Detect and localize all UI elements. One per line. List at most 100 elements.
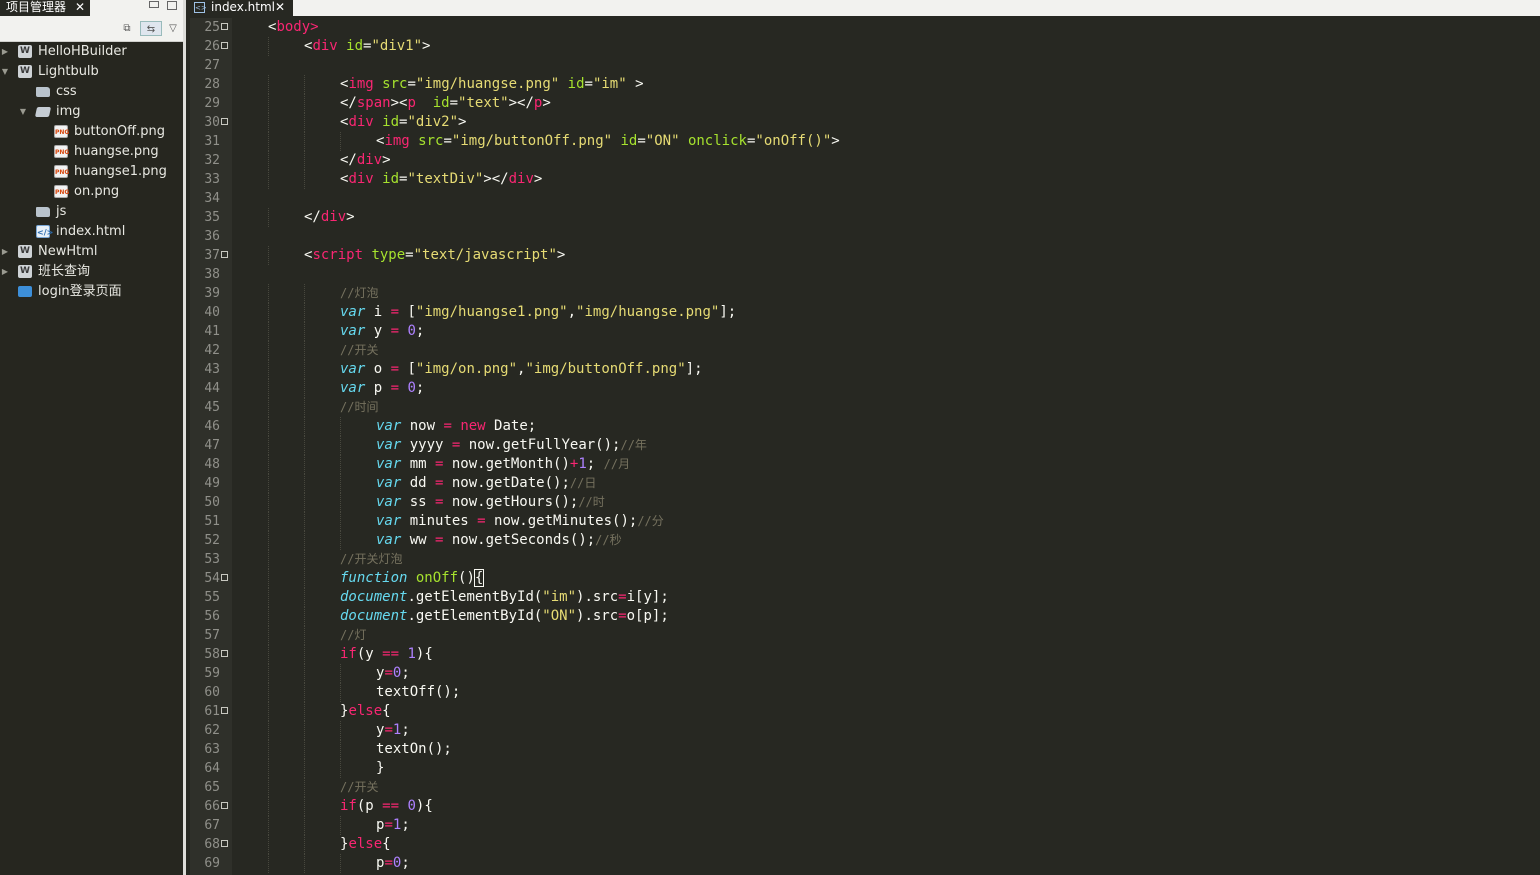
collapse-all-icon[interactable]: ⧉	[119, 21, 135, 36]
tree-item[interactable]: ▼ W Lightbulb	[0, 62, 183, 82]
code-line[interactable]: </div>	[340, 151, 391, 170]
code-token: //开关灯泡	[340, 552, 403, 566]
tree-item[interactable]: </> index.html	[0, 222, 183, 242]
code-line[interactable]: <img src="img/buttonOff.png" id="ON" onc…	[376, 132, 840, 151]
tree-item[interactable]: PNG huangse.png	[0, 142, 183, 162]
indent-guide	[304, 284, 305, 303]
code-line[interactable]: <body>	[268, 18, 319, 37]
link-with-editor-icon[interactable]: ⇆	[140, 21, 162, 36]
fold-toggle-icon[interactable]	[221, 650, 228, 657]
code-line[interactable]: var i = ["img/huangse1.png","img/huangse…	[340, 303, 736, 322]
code-line[interactable]: var now = new Date;	[376, 417, 536, 436]
close-icon[interactable]: ✕	[275, 0, 285, 14]
fold-toggle-icon[interactable]	[221, 802, 228, 809]
tree-item[interactable]: ▶ W HelloHBuilder	[0, 42, 183, 62]
code-line[interactable]: p=1;	[376, 816, 410, 835]
code-line[interactable]: function onOff(){	[340, 569, 485, 588]
tree-item[interactable]: PNG buttonOff.png	[0, 122, 183, 142]
tree-item[interactable]: ▶ W 班长查询	[0, 262, 183, 282]
code-line[interactable]: <div id="div1">	[304, 37, 430, 56]
code-token: now	[401, 418, 444, 434]
code-line[interactable]: var o = ["img/on.png","img/buttonOff.png…	[340, 360, 703, 379]
code-token: ></	[508, 95, 534, 111]
tab-project-manager[interactable]: 项目管理器 ✕	[0, 0, 90, 16]
indent-guide	[304, 683, 305, 702]
expanded-arrow-icon[interactable]: ▼	[0, 62, 10, 82]
code-line[interactable]: textOff();	[376, 683, 460, 702]
code-line[interactable]: //时间	[340, 398, 378, 417]
code-token: =	[443, 133, 452, 149]
code-line[interactable]: var mm = now.getMonth()+1; //月	[376, 455, 630, 474]
code-line[interactable]: //灯泡	[340, 284, 378, 303]
code-line[interactable]: if(p == 0){	[340, 797, 433, 816]
code-line[interactable]: document.getElementById("ON").src=o[p];	[340, 607, 669, 626]
indent-guide	[304, 512, 305, 531]
view-menu-icon[interactable]: ▽	[165, 21, 181, 36]
code-line[interactable]: <div id="div2">	[340, 113, 466, 132]
code-line[interactable]: var ww = now.getSeconds();//秒	[376, 531, 622, 550]
code-line[interactable]: <img src="img/huangse.png" id="im" >	[340, 75, 644, 94]
code-token: =	[384, 855, 393, 871]
collapsed-arrow-icon[interactable]: ▶	[0, 262, 10, 282]
collapsed-arrow-icon[interactable]: ▶	[0, 242, 10, 262]
indent-guide	[268, 113, 269, 132]
code-line[interactable]: document.getElementById("im").src=i[y];	[340, 588, 669, 607]
maximize-icon[interactable]	[167, 1, 177, 10]
code-token: now.getHours();	[443, 494, 579, 510]
code-token: "img/buttonOff.png"	[525, 361, 686, 377]
code-line[interactable]: <script type="text/javascript">	[304, 246, 565, 265]
code-line[interactable]: </div>	[304, 208, 355, 227]
code-line[interactable]: y=1;	[376, 721, 410, 740]
code-line[interactable]: var yyyy = now.getFullYear();//年	[376, 436, 647, 455]
code-line[interactable]: }else{	[340, 702, 391, 721]
code-line[interactable]: y=0;	[376, 664, 410, 683]
code-editor[interactable]: <body> <div id="div1"> <img src="img/huang…	[232, 18, 1540, 875]
code-line[interactable]: }	[376, 759, 384, 778]
tree-item[interactable]: css	[0, 82, 183, 102]
tree-item[interactable]: login登录页面	[0, 282, 183, 302]
line-number: 61	[204, 704, 220, 719]
fold-toggle-icon[interactable]	[221, 707, 228, 714]
code-line[interactable]: p=0;	[376, 854, 410, 873]
code-line[interactable]: </span><p id="text"></p>	[340, 94, 551, 113]
code-line[interactable]: //开关	[340, 341, 378, 360]
code-line[interactable]: //灯	[340, 626, 366, 645]
fold-toggle-icon[interactable]	[221, 251, 228, 258]
tree-item[interactable]: ▶ W NewHtml	[0, 242, 183, 262]
code-line[interactable]: textOn();	[376, 740, 452, 759]
line-number: 44	[204, 381, 220, 396]
collapsed-arrow-icon[interactable]: ▶	[0, 42, 10, 62]
code-token: var	[376, 475, 402, 491]
expanded-arrow-icon[interactable]: ▼	[18, 102, 28, 122]
code-line[interactable]: var dd = now.getDate();//日	[376, 474, 596, 493]
line-number: 59	[204, 666, 220, 681]
fold-toggle-icon[interactable]	[221, 42, 228, 49]
tree-item[interactable]: js	[0, 202, 183, 222]
tree-item[interactable]: PNG huangse1.png	[0, 162, 183, 182]
tree-item[interactable]: PNG on.png	[0, 182, 183, 202]
line-number: 49	[204, 476, 220, 491]
code-line[interactable]: }else{	[340, 835, 391, 854]
tab-index-html[interactable]: <> index.html ✕	[190, 0, 293, 16]
code-line[interactable]: //开关灯泡	[340, 550, 402, 569]
fold-toggle-icon[interactable]	[221, 118, 228, 125]
code-line[interactable]: var y = 0;	[340, 322, 424, 341]
close-icon[interactable]: ✕	[75, 0, 85, 14]
tree-item-label: login登录页面	[38, 284, 122, 299]
fold-toggle-icon[interactable]	[221, 23, 228, 30]
minimize-icon[interactable]	[149, 1, 159, 8]
code-line[interactable]: var p = 0;	[340, 379, 424, 398]
code-line[interactable]: //开关	[340, 778, 378, 797]
tree-item[interactable]: ▼ img	[0, 102, 183, 122]
indent-guide	[304, 341, 305, 360]
fold-toggle-icon[interactable]	[221, 840, 228, 847]
line-number: 34	[204, 191, 220, 206]
code-line[interactable]: <div id="textDiv"></div>	[340, 170, 542, 189]
code-line[interactable]: if(y == 1){	[340, 645, 433, 664]
code-token: i	[365, 304, 391, 320]
indent-guide	[268, 702, 269, 721]
fold-toggle-icon[interactable]	[221, 574, 228, 581]
code-token: ){	[415, 646, 433, 662]
code-line[interactable]: var minutes = now.getMinutes();//分	[376, 512, 664, 531]
code-line[interactable]: var ss = now.getHours();//时	[376, 493, 605, 512]
